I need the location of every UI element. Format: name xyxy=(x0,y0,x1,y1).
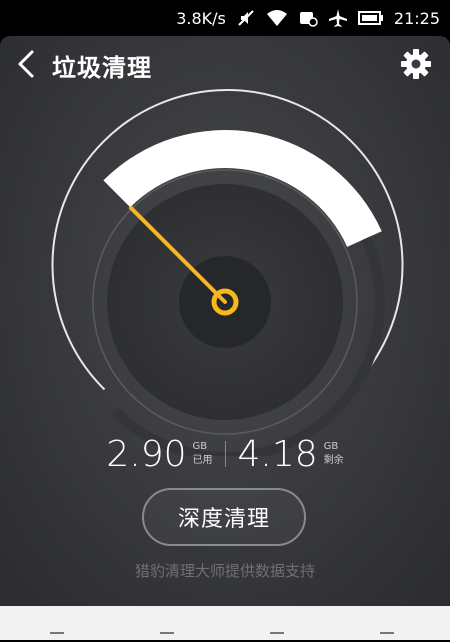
battery-icon xyxy=(357,10,384,26)
header: 垃圾清理 xyxy=(0,36,450,94)
wifi-icon xyxy=(266,9,288,27)
used-unit: GB xyxy=(192,441,208,452)
bottom-tab-1-icon[interactable] xyxy=(50,632,64,642)
gear-icon xyxy=(401,49,431,79)
stats-divider xyxy=(224,441,226,467)
cleanup-panel: 垃圾清理 2.90 GB 已用 4.18 GB 剩余 深度清理 猎豹清理大师提供… xyxy=(0,36,450,606)
used-label: 已用 xyxy=(192,455,213,466)
free-stat: 4.18 GB 剩余 xyxy=(238,434,344,475)
free-unit: GB xyxy=(323,441,339,452)
bottom-tab-4-icon[interactable] xyxy=(380,632,394,642)
data-source-credit: 猎豹清理大师提供数据支持 xyxy=(134,562,315,580)
storage-gauge xyxy=(51,89,404,456)
page-title: 垃圾清理 xyxy=(52,54,152,82)
clock: 21:25 xyxy=(393,8,440,28)
settings-button[interactable] xyxy=(400,48,432,80)
bottom-bar xyxy=(0,606,450,640)
mute-icon xyxy=(236,8,256,28)
used-stat: 2.90 GB 已用 xyxy=(106,434,212,475)
status-bar: 3.8K/s 21:25 xyxy=(0,0,450,36)
free-value: 4.18 xyxy=(237,433,318,475)
back-button[interactable] xyxy=(12,48,44,80)
notification-icon xyxy=(298,8,318,28)
deep-clean-button[interactable]: 深度清理 xyxy=(142,488,306,546)
bottom-tab-2-icon[interactable] xyxy=(160,632,174,642)
bottom-tab-3-icon[interactable] xyxy=(270,632,284,642)
network-speed: 3.8K/s xyxy=(176,8,226,28)
used-value: 2.90 xyxy=(106,433,187,475)
chevron-left-icon xyxy=(18,50,34,78)
storage-stats: 2.90 GB 已用 4.18 GB 剩余 xyxy=(0,424,450,484)
airplane-icon xyxy=(328,8,348,28)
free-label: 剩余 xyxy=(323,455,344,466)
